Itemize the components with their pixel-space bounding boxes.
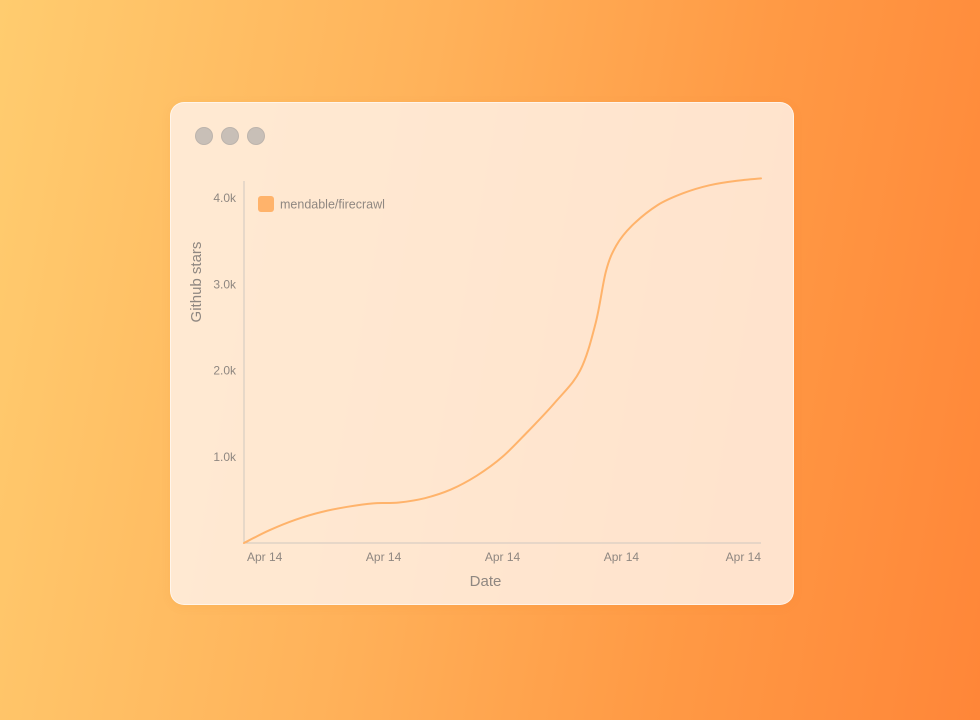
y-tick-label: 1.0k (213, 450, 237, 464)
line-chart: 1.0k2.0k3.0k4.0k Apr 14 Apr 14 Apr 14 Apr 1… (188, 177, 762, 590)
legend: mendable/firecrawl (258, 196, 385, 212)
y-axis-title: Github stars (188, 242, 205, 323)
series-line (243, 177, 762, 544)
y-tick-label: 2.0k (213, 364, 237, 378)
x-axis-ticks: Apr 14 Apr 14 Apr 14 Apr 14 Apr 14 (247, 550, 761, 564)
x-tick-label: Apr 14 (726, 550, 762, 564)
x-tick-label: Apr 14 (247, 550, 283, 564)
y-tick-label: 3.0k (213, 277, 237, 291)
legend-swatch (258, 196, 274, 212)
x-tick-label: Apr 14 (604, 550, 640, 564)
y-tick-label: 4.0k (213, 191, 237, 205)
x-axis-title: Date (470, 573, 502, 590)
app-window: 1.0k 2.0k 3.0k 4.0k Apr 14 Apr 14 Apr 14 Apr 1… (170, 102, 794, 605)
legend-label: mendable/firecrawl (280, 198, 385, 212)
x-tick-label: Apr 14 (485, 550, 521, 564)
y-axis-ticks: 1.0k 2.0k 3.0k 4.0k (213, 191, 237, 464)
x-tick-label: Apr 14 (366, 550, 402, 564)
